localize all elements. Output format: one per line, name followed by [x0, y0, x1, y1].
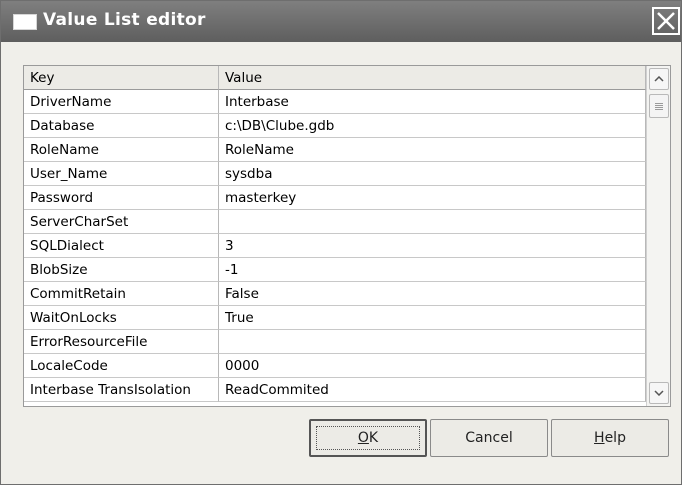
value-cell[interactable]: masterkey	[219, 186, 646, 210]
cancel-label: Cancel	[465, 430, 513, 446]
key-cell[interactable]: RoleName	[24, 138, 219, 162]
key-cell[interactable]: SQLDialect	[24, 234, 219, 258]
key-cell[interactable]: User_Name	[24, 162, 219, 186]
close-button[interactable]	[652, 7, 680, 35]
value-cell[interactable]: sysdba	[219, 162, 646, 186]
value-cell[interactable]: ReadCommited	[219, 378, 646, 402]
table-row[interactable]: Database c:\DB\Clube.gdb	[24, 114, 646, 138]
ok-button[interactable]: OK	[309, 419, 427, 457]
value-cell[interactable]: False	[219, 282, 646, 306]
scroll-down-button[interactable]	[649, 382, 669, 404]
value-cell[interactable]: c:\DB\Clube.gdb	[219, 114, 646, 138]
window-icon	[13, 14, 37, 30]
title-bar[interactable]: Value List editor	[1, 1, 681, 42]
value-cell[interactable]: 0000	[219, 354, 646, 378]
key-cell[interactable]: LocaleCode	[24, 354, 219, 378]
value-cell[interactable]: True	[219, 306, 646, 330]
value-cell[interactable]: 3	[219, 234, 646, 258]
focus-rectangle	[316, 426, 420, 450]
table-row[interactable]: ServerCharSet	[24, 210, 646, 234]
help-button[interactable]: Help	[551, 419, 669, 457]
value-cell[interactable]: -1	[219, 258, 646, 282]
key-cell[interactable]: Interbase TransIsolation	[24, 378, 219, 402]
table-row[interactable]: SQLDialect 3	[24, 234, 646, 258]
chevron-down-icon	[654, 390, 664, 396]
key-cell[interactable]: Database	[24, 114, 219, 138]
value-list-grid[interactable]: Key Value DriverName Interbase Database c:\…	[23, 65, 671, 407]
vertical-scrollbar[interactable]	[646, 66, 670, 406]
key-column-header[interactable]: Key	[24, 66, 219, 90]
table-row[interactable]: RoleName RoleName	[24, 138, 646, 162]
table-row[interactable]: CommitRetain False	[24, 282, 646, 306]
table-row[interactable]: Interbase TransIsolation ReadCommited	[24, 378, 646, 402]
value-cell[interactable]	[219, 210, 646, 234]
value-list-editor-window: Value List editor Key Value DriverName In…	[0, 0, 682, 485]
table-row[interactable]: Password masterkey	[24, 186, 646, 210]
table-row[interactable]: WaitOnLocks True	[24, 306, 646, 330]
scroll-up-button[interactable]	[649, 68, 669, 90]
key-cell[interactable]: WaitOnLocks	[24, 306, 219, 330]
grid-body: Key Value DriverName Interbase Database c:\…	[24, 66, 646, 406]
table-row[interactable]: DriverName Interbase	[24, 90, 646, 114]
help-mnemonic: H	[594, 430, 605, 446]
grip-icon	[655, 102, 663, 110]
value-cell[interactable]	[219, 330, 646, 354]
value-column-header[interactable]: Value	[219, 66, 646, 90]
cancel-button[interactable]: Cancel	[430, 419, 548, 457]
help-label-rest: elp	[604, 430, 626, 446]
key-cell[interactable]: DriverName	[24, 90, 219, 114]
scroll-thumb[interactable]	[649, 94, 669, 118]
key-cell[interactable]: Password	[24, 186, 219, 210]
key-cell[interactable]: ServerCharSet	[24, 210, 219, 234]
key-cell[interactable]: ErrorResourceFile	[24, 330, 219, 354]
chevron-up-icon	[654, 76, 664, 82]
table-row[interactable]: LocaleCode 0000	[24, 354, 646, 378]
grid-header-row: Key Value	[24, 66, 646, 90]
value-cell[interactable]: RoleName	[219, 138, 646, 162]
value-cell[interactable]: Interbase	[219, 90, 646, 114]
key-cell[interactable]: BlobSize	[24, 258, 219, 282]
close-icon	[657, 12, 675, 30]
table-row[interactable]: User_Name sysdba	[24, 162, 646, 186]
table-row[interactable]: BlobSize -1	[24, 258, 646, 282]
key-cell[interactable]: CommitRetain	[24, 282, 219, 306]
table-row[interactable]: ErrorResourceFile	[24, 330, 646, 354]
window-title: Value List editor	[43, 10, 206, 30]
